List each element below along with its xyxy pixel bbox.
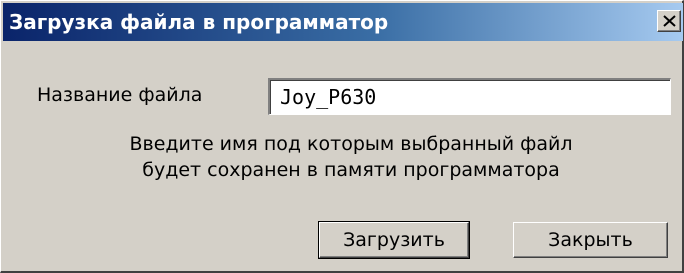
upload-dialog: Загрузка файла в программатор Название ф… <box>0 0 684 273</box>
close-button[interactable]: Закрыть <box>513 222 668 258</box>
filename-input[interactable] <box>268 78 671 115</box>
close-x-icon <box>663 15 676 27</box>
close-window-button[interactable] <box>657 10 681 32</box>
hint-text: Введите имя под которым выбранный файл б… <box>81 131 621 183</box>
hint-line-2: будет сохранен в памяти программатора <box>142 159 560 181</box>
window-title: Загрузка файла в программатор <box>9 10 389 34</box>
load-button[interactable]: Загрузить <box>318 221 470 259</box>
title-bar[interactable]: Загрузка файла в программатор <box>3 3 683 41</box>
hint-line-1: Введите имя под которым выбранный файл <box>129 133 573 155</box>
filename-label: Название файла <box>37 84 203 106</box>
